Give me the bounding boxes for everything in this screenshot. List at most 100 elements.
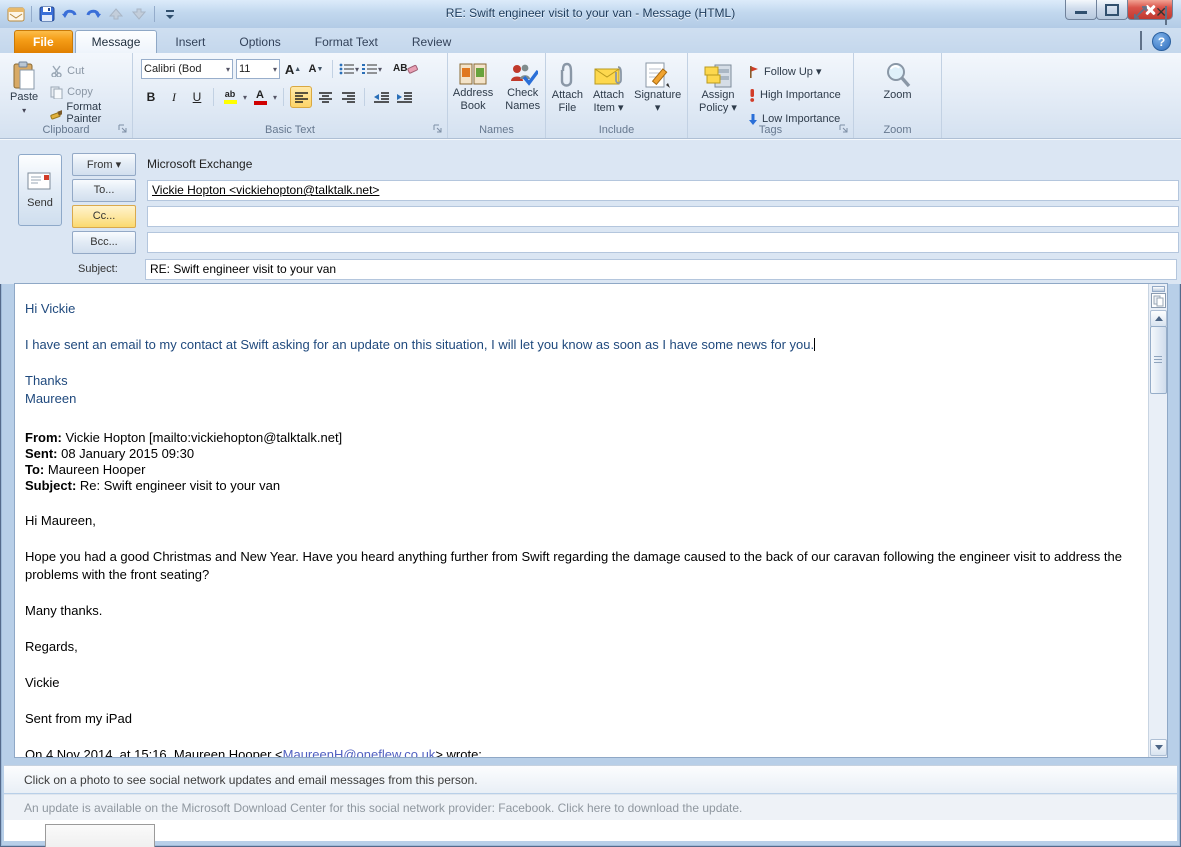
- to-recipient[interactable]: Vickie Hopton <vickiehopton@talktalk.net…: [152, 183, 379, 197]
- quoted-header: From: Vickie Hopton [mailto:vickiehopton…: [25, 430, 1143, 494]
- paperclip-icon: [561, 62, 573, 87]
- numbering-icon: [362, 64, 378, 74]
- signature-label: Signature ▾: [634, 89, 682, 114]
- group-label-zoom: Zoom: [883, 124, 912, 136]
- italic-button[interactable]: I: [164, 87, 184, 107]
- help-icon[interactable]: ?: [1152, 32, 1171, 51]
- browse-object-icon[interactable]: [1151, 293, 1166, 308]
- contact-photo-placeholder[interactable]: [45, 824, 155, 847]
- shrink-font-button[interactable]: A ▼: [306, 59, 326, 79]
- social-update-notification[interactable]: An update is available on the Microsoft …: [4, 794, 1177, 820]
- tab-message[interactable]: Message: [74, 30, 158, 53]
- format-painter-button[interactable]: Format Painter: [50, 101, 130, 125]
- cut-label: Cut: [67, 65, 85, 77]
- bullets-button[interactable]: ▾: [339, 59, 359, 79]
- tab-insert[interactable]: Insert: [159, 31, 221, 53]
- title-bar: RE: Swift engineer visit to your van - M…: [0, 0, 1181, 28]
- vertical-scrollbar[interactable]: [1148, 284, 1167, 757]
- cut-button[interactable]: Cut: [50, 61, 130, 81]
- cc-field[interactable]: [147, 205, 1179, 227]
- font-size-select[interactable]: 11 ▾: [236, 59, 280, 79]
- people-pane-header[interactable]: Click on a photo to see social network u…: [4, 765, 1177, 793]
- quoted-to-value: Maureen Hooper: [44, 462, 146, 477]
- from-button[interactable]: From ▾: [72, 152, 136, 176]
- close-notification-icon[interactable]: ✕: [1155, 5, 1167, 19]
- people-pane-content: [4, 820, 1177, 847]
- signature-icon: [645, 62, 670, 88]
- decrease-indent-button[interactable]: [371, 87, 391, 107]
- assign-policy-button[interactable]: Assign Policy ▾: [688, 57, 748, 129]
- from-row: From ▾ Microsoft Exchange: [72, 152, 252, 176]
- reply-email-link[interactable]: MaureenH@oneflew.co.uk: [283, 747, 436, 757]
- font-color-label: A: [256, 88, 264, 101]
- dialog-launcher-icon[interactable]: [118, 124, 130, 136]
- underline-button[interactable]: U: [187, 87, 207, 107]
- send-label: Send: [27, 197, 53, 209]
- scroll-down-button[interactable]: [1150, 739, 1167, 756]
- address-book-button[interactable]: Address Book: [449, 57, 497, 113]
- group-basic-text: Calibri (Bod ▾ 11 ▾ A ▲ A ▼ ▾ ▾ AB B I U…: [133, 53, 448, 138]
- message-window: RE: Swift engineer visit to your van - M…: [0, 0, 1181, 847]
- copy-button[interactable]: Copy: [50, 82, 130, 102]
- split-handle[interactable]: [1152, 286, 1165, 292]
- tab-options[interactable]: Options: [223, 31, 296, 53]
- clear-formatting-button[interactable]: AB: [393, 59, 419, 79]
- text-highlight-button[interactable]: ab: [220, 87, 240, 107]
- tab-review[interactable]: Review: [396, 31, 467, 53]
- chevron-down-icon[interactable]: ▾: [243, 93, 247, 102]
- group-zoom: Zoom Zoom: [854, 53, 942, 138]
- quoted-regards: Regards,: [25, 639, 78, 654]
- quoted-greeting: Hi Maureen,: [25, 513, 96, 528]
- paste-button[interactable]: Paste ▾: [6, 57, 42, 123]
- quoted-reply-line: On 4 Nov 2014, at 15:16, Maureen Hooper …: [25, 746, 1143, 757]
- message-body-text[interactable]: Hi Vickie I have sent an email to my con…: [15, 284, 1149, 757]
- scroll-up-button[interactable]: [1150, 310, 1167, 327]
- eraser-icon: [407, 64, 419, 74]
- bcc-field[interactable]: [147, 231, 1179, 253]
- tab-format-text[interactable]: Format Text: [299, 31, 394, 53]
- paste-dropdown-arrow[interactable]: ▾: [22, 104, 26, 117]
- numbering-button[interactable]: ▾: [362, 59, 382, 79]
- tab-file[interactable]: File: [14, 30, 73, 53]
- minimize-button[interactable]: [1065, 0, 1097, 20]
- expand-pane-icon[interactable]: [1134, 6, 1147, 24]
- to-button[interactable]: To...: [72, 178, 136, 202]
- quoted-thanks: Many thanks.: [25, 603, 103, 618]
- dialog-launcher-icon[interactable]: [433, 124, 445, 136]
- group-clipboard: Paste ▾ Cut Copy Format Painter Clipboar…: [0, 53, 133, 138]
- send-button[interactable]: Send: [18, 154, 62, 226]
- align-center-button[interactable]: [315, 87, 335, 107]
- subject-label: Subject:: [78, 263, 118, 275]
- subject-field[interactable]: RE: Swift engineer visit to your van: [145, 258, 1177, 280]
- attach-item-button[interactable]: Attach Item ▾: [589, 57, 628, 115]
- message-body[interactable]: Hi Vickie I have sent an email to my con…: [14, 283, 1168, 758]
- bcc-button[interactable]: Bcc...: [72, 230, 136, 254]
- scrollbar-thumb[interactable]: [1150, 326, 1167, 394]
- bold-button[interactable]: B: [141, 87, 161, 107]
- group-label-tags: Tags: [758, 124, 783, 136]
- zoom-button[interactable]: Zoom: [879, 57, 915, 102]
- font-family-select[interactable]: Calibri (Bod ▾: [141, 59, 233, 79]
- grow-font-button[interactable]: A ▲: [283, 59, 303, 79]
- dialog-launcher-icon[interactable]: [839, 124, 851, 136]
- cc-button[interactable]: Cc...: [72, 204, 136, 228]
- increase-indent-button[interactable]: [394, 87, 414, 107]
- check-names-button[interactable]: Check Names: [501, 57, 544, 113]
- paste-icon: [13, 61, 35, 90]
- to-field[interactable]: Vickie Hopton <vickiehopton@talktalk.net…: [147, 179, 1179, 201]
- align-left-button[interactable]: [290, 86, 313, 108]
- chevron-down-icon: ▾: [225, 64, 230, 74]
- collapse-ribbon-icon[interactable]: [1140, 30, 1142, 51]
- align-right-button[interactable]: [338, 87, 358, 107]
- font-color-button[interactable]: A: [250, 87, 270, 107]
- chevron-down-icon[interactable]: ▾: [273, 93, 277, 102]
- message-header: Send From ▾ Microsoft Exchange To... Vic…: [0, 139, 1181, 284]
- attach-file-button[interactable]: Attach File: [548, 57, 587, 115]
- maximize-button[interactable]: [1096, 0, 1128, 20]
- high-importance-button[interactable]: High Importance: [748, 85, 841, 105]
- signature-button[interactable]: Signature ▾: [630, 57, 685, 115]
- group-include: Attach File Attach Item ▾ Signature ▾ In…: [546, 53, 688, 138]
- quoted-sent-from: Sent from my iPad: [25, 711, 132, 726]
- quoted-subject-label: Subject:: [25, 478, 77, 493]
- follow-up-button[interactable]: Follow Up ▾: [748, 61, 841, 81]
